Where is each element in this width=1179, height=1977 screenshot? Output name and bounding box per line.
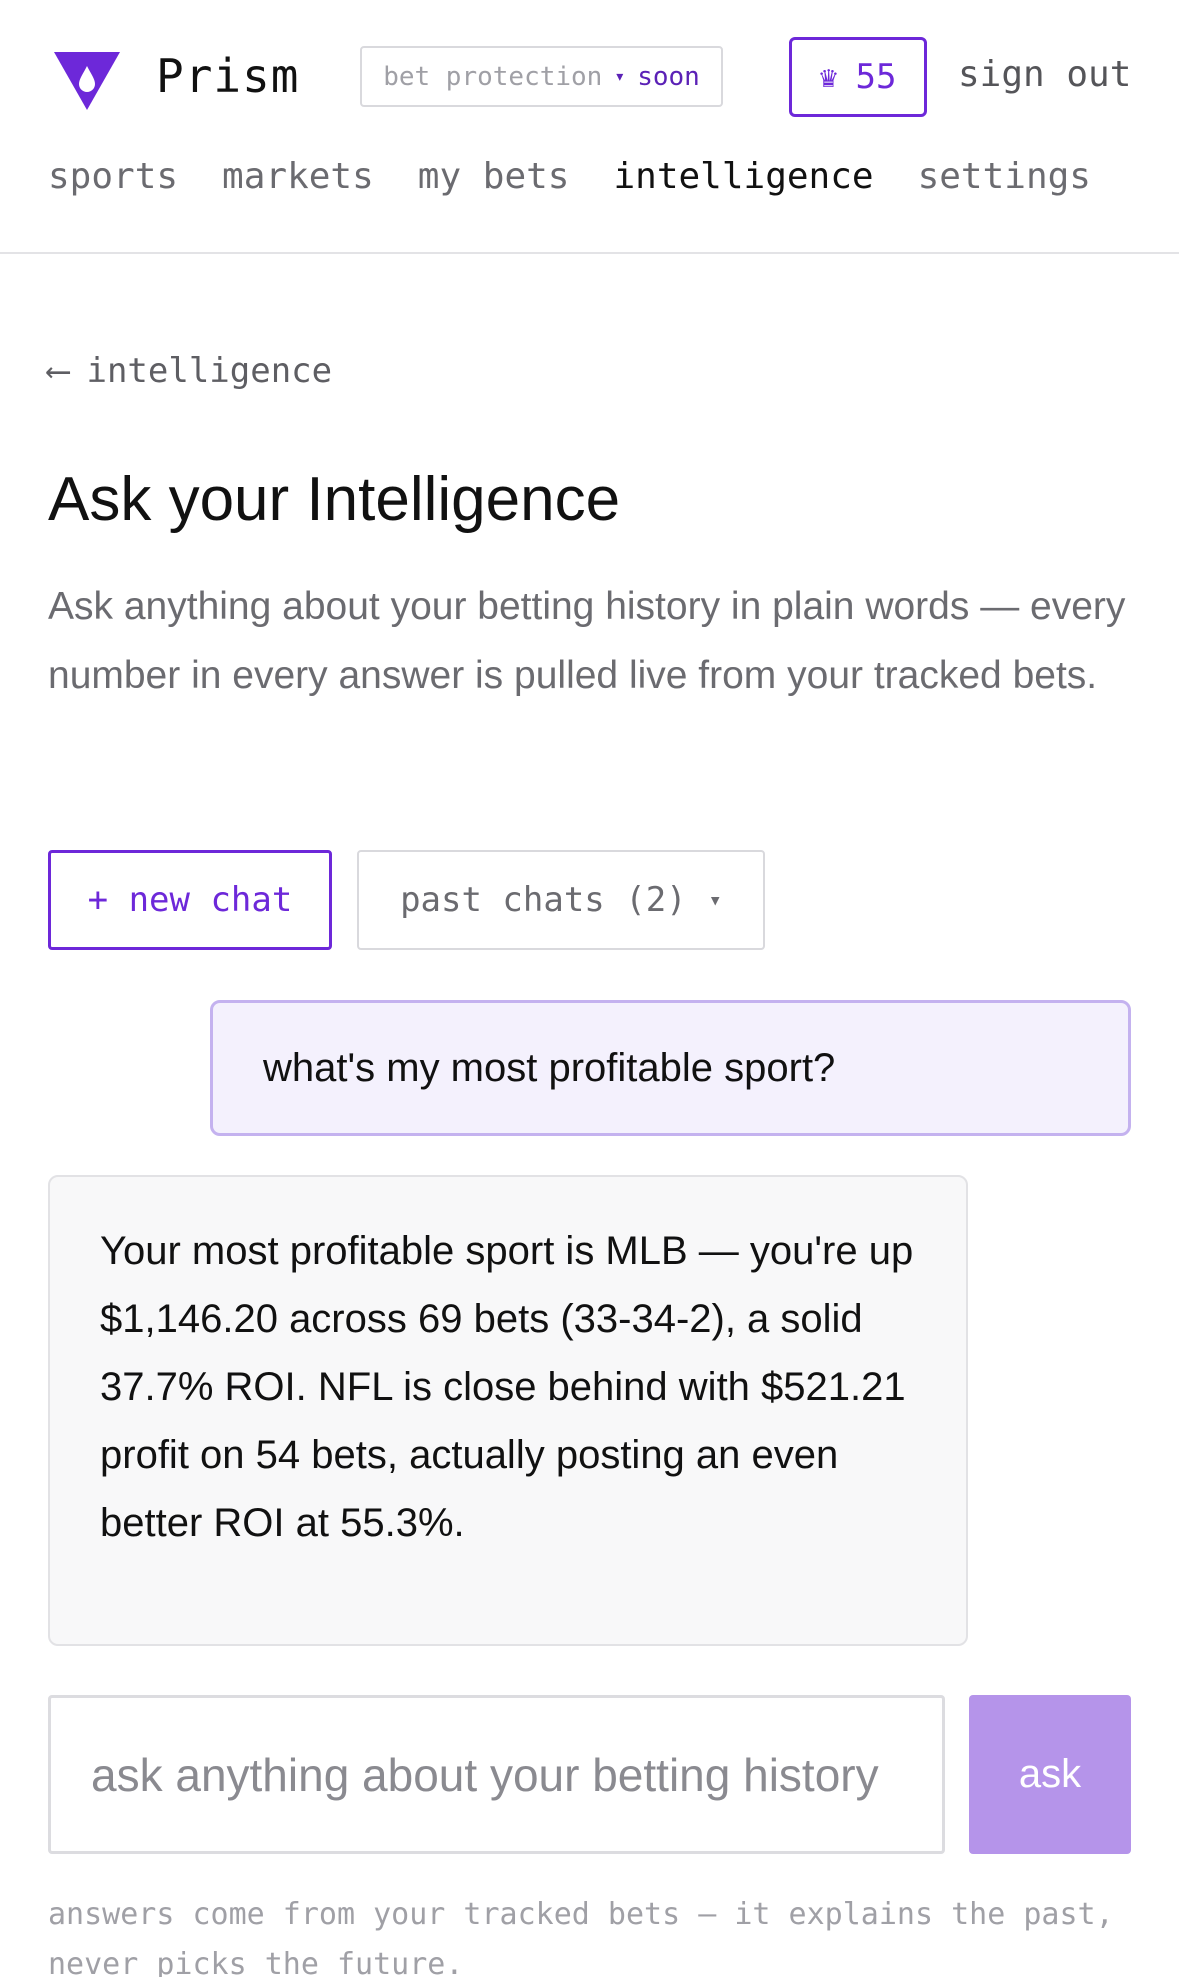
crown-icon: ♛	[819, 59, 838, 95]
main-nav: sports markets my bets intelligence sett…	[48, 152, 1091, 202]
nav-item-markets[interactable]: markets	[222, 152, 374, 202]
page-subtitle: Ask anything about your betting history …	[48, 585, 1126, 697]
caret-down-icon: ▾	[614, 66, 626, 87]
back-link-label: intelligence	[86, 351, 333, 391]
bet-protection-badge[interactable]: bet protection ▾ soon	[360, 46, 723, 107]
ask-button[interactable]: ask	[969, 1695, 1131, 1854]
top-header: Prism bet protection ▾ soon ♛ 55 sign ou…	[0, 0, 1179, 254]
past-chats-dropdown[interactable]: past chats (2) ▾	[357, 850, 765, 950]
page-title: Ask your Intelligence	[48, 465, 621, 534]
past-chats-label: past chats (2)	[400, 880, 687, 920]
assistant-message: Your most profitable sport is MLB — you'…	[48, 1175, 968, 1646]
sign-out-link[interactable]: sign out	[958, 50, 1131, 100]
new-chat-button[interactable]: + new chat	[48, 850, 332, 950]
back-arrow-icon: ⟵	[48, 351, 69, 391]
credits-button[interactable]: ♛ 55	[789, 37, 927, 117]
nav-item-sports[interactable]: sports	[48, 152, 178, 202]
caret-down-icon: ▾	[708, 887, 722, 913]
nav-item-settings[interactable]: settings	[918, 152, 1091, 202]
prism-drop-logo[interactable]	[54, 52, 120, 110]
nav-item-my-bets[interactable]: my bets	[418, 152, 570, 202]
disclaimer-footnote: answers come from your tracked bets — it…	[48, 1897, 1114, 1977]
badge-label: bet protection	[383, 61, 603, 92]
ask-input[interactable]	[48, 1695, 945, 1854]
back-link[interactable]: ⟵ intelligence	[48, 346, 332, 396]
user-message: what's my most profitable sport?	[210, 1000, 1131, 1136]
nav-item-intelligence[interactable]: intelligence	[613, 152, 873, 202]
brand-name[interactable]: Prism	[156, 46, 299, 106]
credits-value: 55	[855, 57, 897, 97]
badge-status: soon	[637, 61, 700, 92]
